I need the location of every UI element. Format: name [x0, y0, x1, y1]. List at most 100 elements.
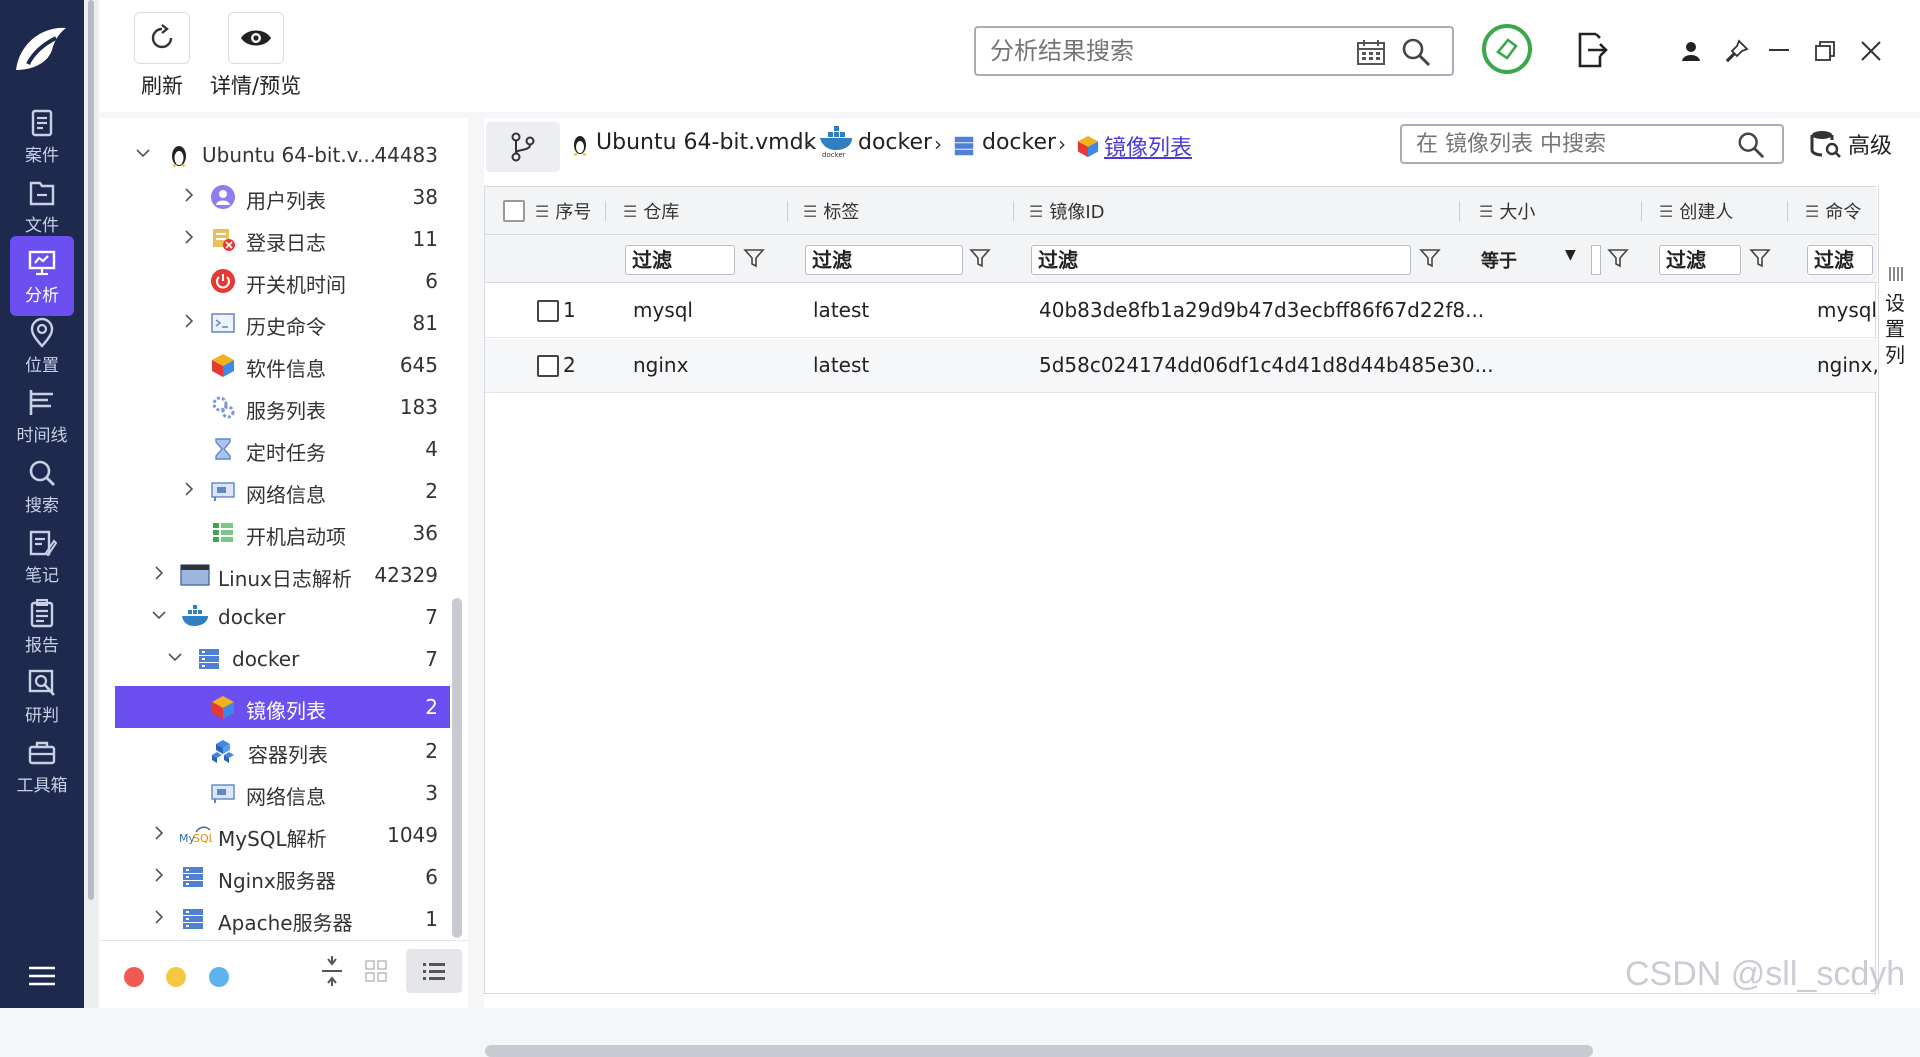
grid-view-button[interactable]: [354, 949, 398, 993]
column-header-image-id[interactable]: ☰ 镜像ID: [1029, 187, 1105, 235]
nav-item-folder[interactable]: 文件: [10, 166, 74, 246]
column-menu-icon[interactable]: ☰: [1029, 202, 1043, 221]
row-checkbox[interactable]: [537, 300, 559, 322]
tree-item-image-list[interactable]: 镜像列表 2: [115, 686, 450, 728]
column-menu-icon[interactable]: ☰: [535, 202, 549, 221]
advanced-search-button[interactable]: 高级: [1810, 128, 1892, 160]
branch-button[interactable]: [486, 122, 560, 172]
preview-button[interactable]: 详情/预览: [210, 12, 301, 100]
tree-item-container-list[interactable]: 容器列表 2: [100, 730, 450, 772]
tree-item-docker-root[interactable]: docker 7: [100, 596, 450, 638]
tree-item-network[interactable]: 网络信息 2: [100, 470, 450, 512]
column-menu-icon[interactable]: ☰: [1479, 202, 1493, 221]
column-divider[interactable]: [1787, 201, 1788, 221]
tree-root-ubuntu[interactable]: Ubuntu 64-bit.v... 44483: [100, 134, 450, 176]
column-divider[interactable]: [605, 201, 606, 221]
breadcrumb-item-image-list[interactable]: 镜像列表: [1104, 130, 1192, 162]
tree-item-history[interactable]: 历史命令 81: [100, 302, 450, 344]
nav-item-timeline[interactable]: 时间线: [10, 376, 74, 456]
user-icon[interactable]: [1680, 40, 1702, 62]
tree-item-startup[interactable]: 开机启动项 36: [100, 512, 450, 554]
chevron-down-icon[interactable]: [152, 608, 166, 622]
filter-input-size[interactable]: [1591, 245, 1601, 275]
pin-icon[interactable]: [1724, 38, 1750, 64]
column-header-command[interactable]: ☰ 命令: [1805, 187, 1861, 235]
tree-item-users[interactable]: 用户列表 38: [100, 176, 450, 218]
chevron-right-icon[interactable]: [182, 188, 196, 202]
tree-scrollbar[interactable]: [452, 598, 462, 938]
column-divider[interactable]: [1459, 201, 1460, 221]
filter-icon[interactable]: [969, 247, 991, 269]
settings-column-button[interactable]: 设置列: [1878, 186, 1912, 994]
nav-item-search[interactable]: 搜索: [10, 446, 74, 526]
hamburger-menu-icon[interactable]: [27, 964, 57, 988]
nav-item-toolbox[interactable]: 工具箱: [10, 726, 74, 806]
filter-input-repo[interactable]: 过滤: [625, 245, 735, 275]
table-search-input[interactable]: [1416, 130, 1716, 158]
filter-input-command[interactable]: 过滤: [1807, 245, 1873, 275]
restore-icon[interactable]: [1814, 40, 1836, 62]
breadcrumb-item-vmdk[interactable]: Ubuntu 64-bit.vmdk: [596, 130, 816, 155]
column-menu-icon[interactable]: ☰: [1805, 202, 1819, 221]
chevron-right-icon[interactable]: [182, 314, 196, 328]
chevron-right-icon[interactable]: [152, 868, 166, 882]
tree-item-power[interactable]: 开关机时间 6: [100, 260, 450, 302]
breadcrumb-item-docker[interactable]: docker: [982, 130, 1056, 155]
column-header-tag[interactable]: ☰ 标签: [803, 187, 859, 235]
nav-item-report[interactable]: 报告: [10, 586, 74, 666]
nav-item-judge[interactable]: 研判: [10, 656, 74, 736]
filter-icon[interactable]: [743, 247, 765, 269]
red-tag-filter[interactable]: [124, 967, 144, 987]
list-view-button[interactable]: [406, 949, 462, 993]
minimize-icon[interactable]: [1768, 48, 1790, 52]
table-horizontal-scrollbar[interactable]: [485, 1045, 1593, 1057]
nav-item-case[interactable]: 案件: [10, 96, 74, 176]
collapse-all-button[interactable]: [310, 949, 354, 993]
column-header-repo[interactable]: ☰ 仓库: [623, 187, 679, 235]
row-checkbox[interactable]: [537, 355, 559, 377]
tree-item-login-log[interactable]: 登录日志 11: [100, 218, 450, 260]
search-icon[interactable]: [1736, 130, 1766, 160]
blue-tag-filter[interactable]: [209, 967, 229, 987]
column-menu-icon[interactable]: ☰: [1659, 202, 1673, 221]
export-icon[interactable]: [1576, 32, 1608, 68]
breadcrumb-item-docker-root[interactable]: docker: [858, 130, 932, 155]
filter-input-creator[interactable]: 过滤: [1659, 245, 1741, 275]
chevron-right-icon[interactable]: [152, 910, 166, 924]
tree-item-cron[interactable]: 定时任务 4: [100, 428, 450, 470]
column-divider[interactable]: [1013, 201, 1014, 221]
chevron-right-icon[interactable]: [182, 482, 196, 496]
chevron-right-icon[interactable]: [152, 566, 166, 580]
column-menu-icon[interactable]: ☰: [623, 202, 637, 221]
filter-icon[interactable]: [1749, 247, 1771, 269]
nav-scrollbar[interactable]: [88, 0, 94, 900]
column-menu-icon[interactable]: ☰: [803, 202, 817, 221]
nav-item-analysis[interactable]: 分析: [10, 236, 74, 316]
status-check-icon[interactable]: [1480, 22, 1534, 76]
chevron-down-icon[interactable]: [168, 650, 182, 664]
nav-item-note[interactable]: 笔记: [10, 516, 74, 596]
column-header-creator[interactable]: ☰ 创建人: [1659, 187, 1733, 235]
column-divider[interactable]: [787, 201, 788, 221]
analysis-search-box[interactable]: [974, 26, 1454, 76]
column-header-index[interactable]: ☰ 序号: [535, 187, 591, 235]
chevron-right-icon[interactable]: [152, 826, 166, 840]
filter-icon[interactable]: [1419, 247, 1441, 269]
select-all-checkbox[interactable]: [503, 200, 525, 222]
column-divider[interactable]: [1641, 201, 1642, 221]
table-search-box[interactable]: [1400, 124, 1784, 164]
search-icon[interactable]: [1400, 36, 1432, 68]
table-row[interactable]: 2 nginx latest 5d58c024174dd06df1c4d41d8…: [485, 339, 1877, 393]
column-header-size[interactable]: ☰ 大小: [1479, 187, 1535, 235]
filter-icon[interactable]: [1607, 247, 1629, 269]
chevron-down-icon[interactable]: [136, 146, 150, 160]
tree-item-mysql[interactable]: My SQL MySQL解析 1049: [100, 814, 450, 856]
tree-item-services[interactable]: 服务列表 183: [100, 386, 450, 428]
tree-item-software[interactable]: 软件信息 645: [100, 344, 450, 386]
nav-item-location[interactable]: 位置: [10, 306, 74, 386]
tree-item-apache[interactable]: Apache服务器 1: [100, 898, 450, 940]
analysis-search-input[interactable]: [990, 36, 1330, 66]
calendar-icon[interactable]: [1356, 38, 1386, 66]
filter-input-image-id[interactable]: 过滤: [1031, 245, 1411, 275]
table-row[interactable]: 1 mysql latest 40b83de8fb1a29d9b47d3ecbf…: [485, 284, 1877, 338]
